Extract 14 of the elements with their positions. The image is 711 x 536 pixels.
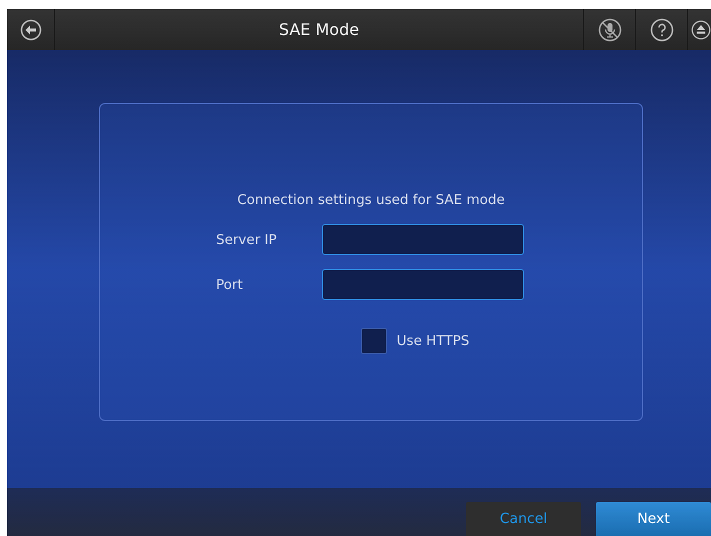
cancel-button[interactable]: Cancel (466, 502, 581, 536)
back-icon (20, 18, 42, 40)
field-label: Port (216, 276, 244, 292)
next-button[interactable]: Next (596, 502, 711, 536)
muted-microphone-icon (598, 18, 622, 42)
panel-heading: Connection settings used for SAE mode (237, 192, 505, 208)
window-title: SAE Mode (278, 20, 360, 39)
eject-icon (691, 18, 711, 42)
checkbox-label: Use HTTPS (396, 333, 470, 349)
input-field[interactable] (322, 269, 524, 300)
help-icon (650, 18, 674, 42)
field-label: Server IP (216, 232, 278, 248)
checkbox[interactable] (360, 328, 387, 354)
input-field[interactable] (322, 224, 524, 255)
